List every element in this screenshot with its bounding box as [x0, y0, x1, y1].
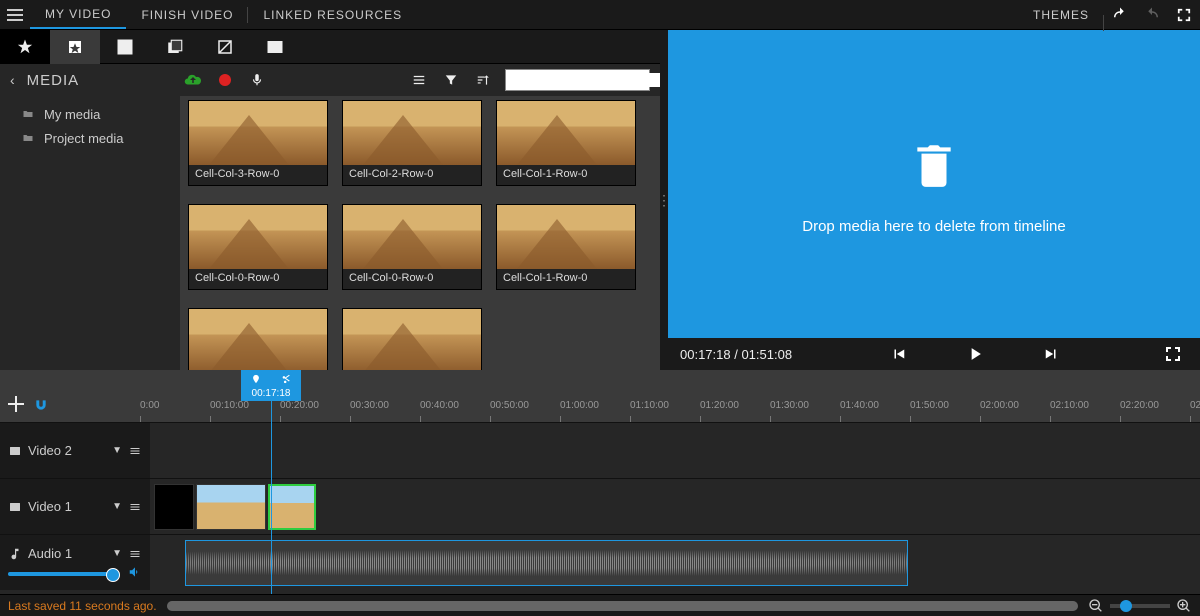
preview-time: 00:17:18 / 01:51:08 [680, 347, 792, 362]
media-thumb[interactable]: Cell-Col-0-Row-0 [188, 204, 328, 290]
playhead[interactable]: 00:17:18 [241, 370, 301, 401]
skip-back-icon[interactable] [884, 339, 914, 369]
status-bar: Last saved 11 seconds ago. [0, 594, 1200, 616]
chevron-down-icon[interactable]: ▼ [112, 501, 122, 512]
video-icon [8, 445, 22, 457]
track-video1: Video 1 ▼ [0, 478, 1200, 534]
thumb-label: Cell-Col-2-Row-0 [343, 165, 481, 185]
track-menu-icon[interactable] [128, 501, 142, 513]
media-search[interactable] [505, 69, 650, 91]
track-name: Video 2 [28, 443, 106, 458]
preview-controls: 00:17:18 / 01:51:08 [668, 338, 1200, 370]
volume-slider[interactable] [8, 572, 114, 576]
zoom-slider[interactable] [1110, 604, 1170, 608]
svg-text:A: A [121, 42, 127, 52]
drop-delete-zone[interactable]: Drop media here to delete from timeline [668, 30, 1200, 338]
search-input[interactable] [512, 73, 667, 87]
track-name: Audio 1 [28, 546, 106, 561]
folder-my-media[interactable]: My media [0, 102, 180, 126]
media-thumbnails: Cell-Col-3-Row-0 Cell-Col-2-Row-0 Cell-C… [180, 96, 660, 370]
thumb-label: Cell-Col-3-Row-0 [189, 165, 327, 185]
upload-icon[interactable] [183, 70, 203, 90]
tab-favorites[interactable] [0, 30, 50, 64]
playhead-line[interactable] [271, 370, 272, 594]
undo-icon[interactable] [1108, 3, 1132, 27]
media-thumb[interactable]: Cell-Col-2-Row-0 [342, 100, 482, 186]
zoom-out-icon[interactable] [1088, 598, 1104, 614]
thumb-label: Cell-Col-1-Row-0 [497, 269, 635, 289]
video-clip-selected[interactable] [268, 484, 316, 530]
track-name: Video 1 [28, 499, 106, 514]
track-audio1: Audio 1 ▼ [0, 534, 1200, 590]
horizontal-resizer[interactable] [660, 30, 668, 370]
video-icon [8, 501, 22, 513]
tab-effects[interactable] [200, 30, 250, 64]
tab-text[interactable]: A [100, 30, 150, 64]
thumb-label: Cell-Col-0-Row-0 [189, 269, 327, 289]
track-body[interactable] [150, 423, 1200, 478]
preview-fullscreen-icon[interactable] [1158, 339, 1188, 369]
drop-text: Drop media here to delete from timeline [802, 218, 1065, 235]
redo-icon[interactable] [1140, 3, 1164, 27]
audio-clip[interactable] [185, 540, 908, 586]
track-menu-icon[interactable] [128, 445, 142, 457]
magnet-icon[interactable] [32, 398, 50, 412]
media-thumb[interactable] [188, 308, 328, 370]
play-icon[interactable] [960, 339, 990, 369]
sort-icon[interactable] [473, 70, 493, 90]
playhead-time: 00:17:18 [241, 388, 301, 399]
video-clip[interactable] [196, 484, 266, 530]
media-header: ‹ MEDIA [0, 64, 660, 96]
preview-panel: Drop media here to delete from timeline … [668, 30, 1200, 370]
track-body[interactable] [150, 535, 1200, 590]
thumb-label: Cell-Col-1-Row-0 [497, 165, 635, 185]
media-title: MEDIA [27, 72, 80, 89]
nav-my-video[interactable]: MY VIDEO [30, 0, 126, 29]
timeline-scrollbar[interactable] [167, 601, 1078, 611]
zoom-in-icon[interactable] [1176, 598, 1192, 614]
media-thumb[interactable] [342, 308, 482, 370]
media-thumb[interactable]: Cell-Col-1-Row-0 [496, 100, 636, 186]
filter-icon[interactable] [441, 70, 461, 90]
media-thumb[interactable]: Cell-Col-0-Row-0 [342, 204, 482, 290]
nav-finish-video[interactable]: FINISH VIDEO [126, 0, 248, 29]
folder-label: My media [44, 107, 100, 122]
media-thumb[interactable]: Cell-Col-1-Row-0 [496, 204, 636, 290]
music-icon [8, 547, 22, 561]
folder-label: Project media [44, 131, 123, 146]
nav-themes[interactable]: THEMES [1018, 8, 1104, 22]
nav-linked-resources[interactable]: LINKED RESOURCES [248, 0, 417, 29]
last-saved-text: Last saved 11 seconds ago. [8, 599, 157, 613]
video-clip[interactable] [154, 484, 194, 530]
cut-icon[interactable] [281, 374, 291, 384]
thumb-label: Cell-Col-0-Row-0 [343, 269, 481, 289]
folder-project-media[interactable]: Project media [0, 126, 180, 150]
mic-icon[interactable] [247, 70, 267, 90]
list-view-icon[interactable] [409, 70, 429, 90]
folder-tree: My media Project media [0, 96, 180, 370]
fullscreen-icon[interactable] [1172, 3, 1196, 27]
timeline: 0:0000:10:0000:20:0000:30:0000:40:0000:5… [0, 370, 1200, 594]
top-bar: MY VIDEO FINISH VIDEO LINKED RESOURCES T… [0, 0, 1200, 30]
tab-images[interactable] [250, 30, 300, 64]
menu-icon[interactable] [0, 0, 30, 30]
track-body[interactable] [150, 479, 1200, 534]
media-thumb[interactable]: Cell-Col-3-Row-0 [188, 100, 328, 186]
track-menu-icon[interactable] [128, 548, 142, 560]
tab-layers[interactable] [150, 30, 200, 64]
volume-icon[interactable] [128, 565, 142, 579]
add-track-icon[interactable] [8, 396, 24, 412]
tab-media[interactable] [50, 30, 100, 64]
skip-forward-icon[interactable] [1036, 339, 1066, 369]
back-icon[interactable]: ‹ [10, 72, 15, 88]
chevron-down-icon[interactable]: ▼ [112, 548, 122, 559]
chevron-down-icon[interactable]: ▼ [112, 445, 122, 456]
record-icon[interactable] [215, 70, 235, 90]
marker-icon[interactable] [251, 374, 261, 384]
panel-tabs: A [0, 30, 660, 64]
track-video2: Video 2 ▼ [0, 422, 1200, 478]
trash-icon [909, 134, 959, 194]
